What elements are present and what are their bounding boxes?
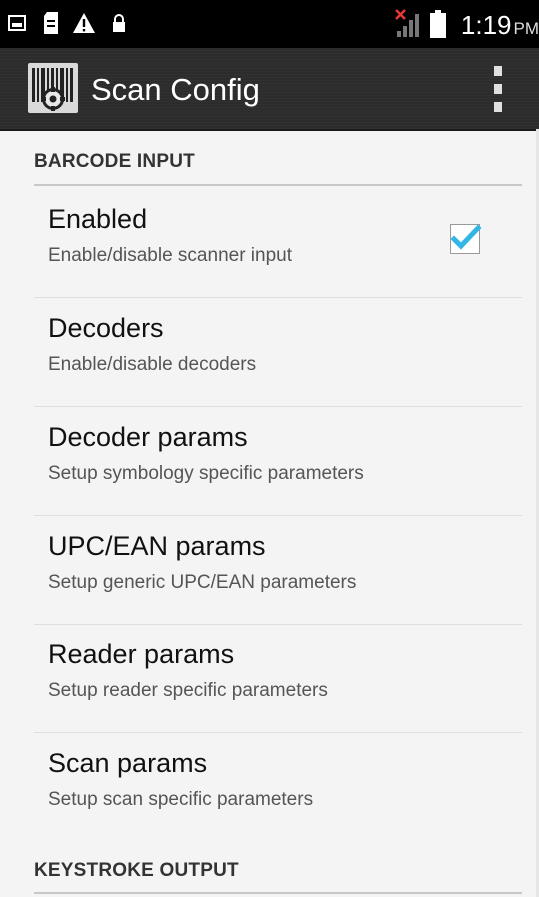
pref-title: Enabled [48,204,148,234]
pref-summary: Setup scan specific parameters [48,789,314,810]
checkmark-icon [450,224,482,250]
pref-item-scan-params[interactable]: Scan params Setup scan specific paramete… [34,733,522,841]
pref-summary: Enable/disable scanner input [48,245,293,266]
pref-item-reader-params[interactable]: Reader params Setup reader specific para… [34,624,522,733]
warning-icon [73,13,95,33]
pref-title: Decoders [48,313,164,343]
pref-item-decoder-params[interactable]: Decoder params Setup symbology specific … [34,407,522,516]
status-time-text: 1:19 [460,10,512,40]
pref-title: Scan params [48,748,208,778]
pref-summary: Setup reader specific parameters [48,680,328,701]
category-header-keystroke-output: KEYSTROKE OUTPUT [34,860,239,881]
pref-title: Reader params [48,639,235,669]
category-divider [34,184,522,186]
category-header-barcode-input: BARCODE INPUT [34,151,195,172]
overflow-dot [494,66,502,76]
status-ampm-text: PM [513,19,539,38]
pref-title: Decoder params [48,422,248,452]
lock-icon [113,14,125,32]
enabled-checkbox[interactable] [450,224,482,254]
action-bar: Scan Config [0,48,539,131]
preference-list[interactable]: BARCODE INPUT Enabled Enable/disable sca… [0,129,539,897]
pref-summary: Enable/disable decoders [48,354,257,375]
screenshot-icon [8,15,26,31]
pref-summary: Setup generic UPC/EAN parameters [48,572,357,593]
app-title: Scan Config [91,72,260,107]
overflow-menu-icon[interactable] [486,66,510,112]
battery-icon [430,10,446,38]
barcode-gear-icon[interactable] [28,63,78,113]
pref-item-enabled[interactable]: Enabled Enable/disable scanner input [34,189,522,298]
pref-item-upc-ean-params[interactable]: UPC/EAN params Setup generic UPC/EAN par… [34,516,522,625]
sd-card-icon [44,12,58,34]
overflow-dot [494,84,502,94]
category-divider [34,892,522,894]
no-signal-icon [395,9,419,37]
pref-summary: Setup symbology specific parameters [48,463,364,484]
pref-title: UPC/EAN params [48,531,266,561]
overflow-dot [494,102,502,112]
status-bar: 1:19 PM [0,0,539,48]
status-time: 1:19 PM [460,10,539,40]
pref-item-decoders[interactable]: Decoders Enable/disable decoders [34,298,522,407]
